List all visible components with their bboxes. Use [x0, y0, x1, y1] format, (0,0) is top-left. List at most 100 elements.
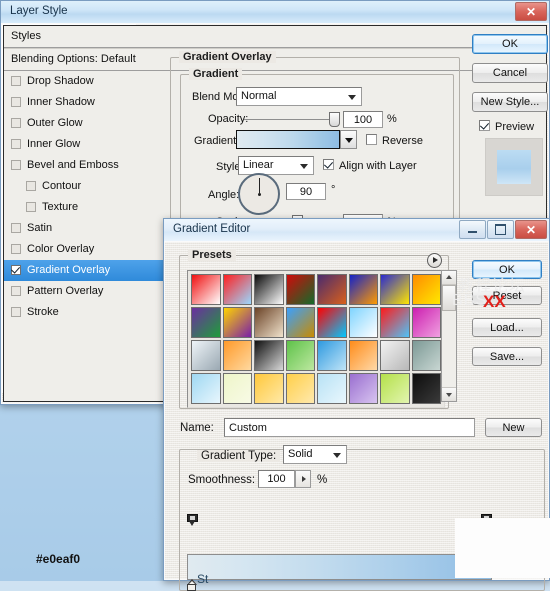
- style-checkbox[interactable]: [26, 181, 36, 191]
- gradient-editor-reset-button[interactable]: Reset: [472, 286, 542, 305]
- scroll-down-icon[interactable]: [442, 387, 456, 401]
- preset-swatch[interactable]: [254, 274, 284, 305]
- preset-swatch[interactable]: [254, 340, 284, 371]
- maximize-icon[interactable]: [487, 220, 514, 239]
- style-checkbox[interactable]: [11, 76, 21, 86]
- preset-swatch[interactable]: [191, 307, 221, 338]
- scrollbar-thumb[interactable]: [442, 285, 456, 311]
- preset-swatch[interactable]: [348, 274, 378, 305]
- preset-swatch[interactable]: [222, 373, 252, 404]
- opacity-stop-left[interactable]: [187, 514, 198, 527]
- preset-swatch[interactable]: [285, 274, 315, 305]
- preset-swatch[interactable]: [254, 373, 284, 404]
- smoothness-unit: %: [317, 474, 328, 486]
- preview-checkbox[interactable]: [479, 120, 490, 131]
- style-checkbox[interactable]: [11, 244, 21, 254]
- align-with-layer-checkbox[interactable]: [323, 159, 334, 170]
- sidebar-item-label: Texture: [42, 201, 79, 213]
- gradient-picker-button[interactable]: [340, 130, 357, 149]
- reverse-checkbox[interactable]: [366, 134, 377, 145]
- smoothness-stepper[interactable]: [295, 470, 311, 488]
- gradient-editor-load-button[interactable]: Load...: [472, 318, 542, 337]
- presets-scrollbar[interactable]: [441, 270, 457, 402]
- chevron-down-icon: [333, 452, 341, 458]
- new-gradient-button[interactable]: New: [485, 418, 542, 437]
- angle-label: Angle:: [208, 189, 240, 201]
- chevron-down-icon: [300, 163, 308, 169]
- styles-list[interactable]: Styles Blending Options: Default Drop Sh…: [2, 24, 547, 402]
- ok-button[interactable]: OK: [472, 34, 548, 54]
- preset-swatch[interactable]: [191, 274, 221, 305]
- style-checkbox[interactable]: [11, 307, 21, 317]
- presets-menu-icon[interactable]: [427, 253, 442, 268]
- gradient-preview-swatch[interactable]: [236, 130, 340, 149]
- preset-swatch[interactable]: [348, 307, 378, 338]
- scroll-up-icon[interactable]: [442, 271, 456, 285]
- preset-swatch[interactable]: [254, 307, 284, 338]
- opacity-input[interactable]: 100: [343, 111, 383, 128]
- style-checkbox[interactable]: [11, 160, 21, 170]
- chevron-down-icon: [348, 94, 356, 100]
- style-checkbox[interactable]: [11, 139, 21, 149]
- sidebar-item-label: Gradient Overlay: [27, 264, 111, 276]
- sidebar-item-label: Bevel and Emboss: [27, 159, 119, 171]
- preset-swatch[interactable]: [285, 307, 315, 338]
- gradient-name-input[interactable]: Custom: [224, 418, 475, 437]
- new-style-button[interactable]: New Style...: [472, 92, 548, 112]
- preset-swatch[interactable]: [380, 274, 410, 305]
- cancel-button[interactable]: Cancel: [472, 63, 548, 83]
- gradient-editor-ok-button[interactable]: OK: [472, 260, 542, 279]
- preset-swatch[interactable]: [191, 373, 221, 404]
- preset-swatch[interactable]: [222, 340, 252, 371]
- style-checkbox[interactable]: [11, 265, 21, 275]
- angle-dial[interactable]: [238, 173, 280, 215]
- sidebar-item-label: Drop Shadow: [27, 75, 94, 87]
- opacity-label: Opacity:: [208, 113, 249, 125]
- style-checkbox[interactable]: [11, 118, 21, 128]
- name-label: Name:: [180, 422, 214, 434]
- preset-swatch[interactable]: [317, 274, 347, 305]
- blend-mode-select[interactable]: Normal: [236, 87, 362, 106]
- angle-dial-center: [257, 192, 261, 196]
- preset-swatch[interactable]: [348, 340, 378, 371]
- preset-swatch[interactable]: [411, 373, 441, 404]
- preset-swatch[interactable]: [380, 340, 410, 371]
- preset-swatch[interactable]: [222, 274, 252, 305]
- smoothness-input[interactable]: 100: [258, 470, 295, 488]
- preset-swatch[interactable]: [380, 373, 410, 404]
- preset-swatch[interactable]: [317, 373, 347, 404]
- preset-swatch[interactable]: [222, 307, 252, 338]
- preset-swatch[interactable]: [317, 307, 347, 338]
- preset-swatch[interactable]: [285, 340, 315, 371]
- opacity-slider-knob[interactable]: [329, 112, 340, 127]
- preview-thumbnail: [485, 138, 543, 196]
- style-select[interactable]: Linear: [238, 156, 314, 175]
- close-icon[interactable]: ✕: [515, 220, 547, 239]
- angle-input[interactable]: 90: [286, 183, 326, 200]
- opacity-slider-track[interactable]: [244, 119, 339, 120]
- presets-grid[interactable]: [187, 270, 445, 408]
- preset-swatch[interactable]: [317, 340, 347, 371]
- gradient-strip[interactable]: [187, 554, 492, 580]
- gradient-editor-titlebar[interactable]: Gradient Editor ✕: [164, 219, 549, 241]
- style-checkbox[interactable]: [11, 223, 21, 233]
- angle-dial-hand: [258, 178, 260, 193]
- minimize-icon[interactable]: [459, 220, 486, 239]
- preset-swatch[interactable]: [411, 274, 441, 305]
- smoothness-label: Smoothness:: [188, 474, 256, 486]
- layer-style-titlebar[interactable]: Layer Style ✕: [1, 1, 549, 23]
- gradient-editor-save-button[interactable]: Save...: [472, 347, 542, 366]
- preset-swatch[interactable]: [285, 373, 315, 404]
- preset-swatch[interactable]: [191, 340, 221, 371]
- color-popup-overlay[interactable]: [455, 518, 550, 578]
- style-checkbox[interactable]: [11, 286, 21, 296]
- stops-partial-label: St: [197, 572, 209, 586]
- close-icon[interactable]: ✕: [515, 2, 547, 21]
- preset-swatch[interactable]: [348, 373, 378, 404]
- preset-swatch[interactable]: [380, 307, 410, 338]
- preset-swatch[interactable]: [411, 340, 441, 371]
- style-checkbox[interactable]: [26, 202, 36, 212]
- preset-swatch[interactable]: [411, 307, 441, 338]
- style-checkbox[interactable]: [11, 97, 21, 107]
- gradient-type-select[interactable]: Solid: [283, 445, 347, 464]
